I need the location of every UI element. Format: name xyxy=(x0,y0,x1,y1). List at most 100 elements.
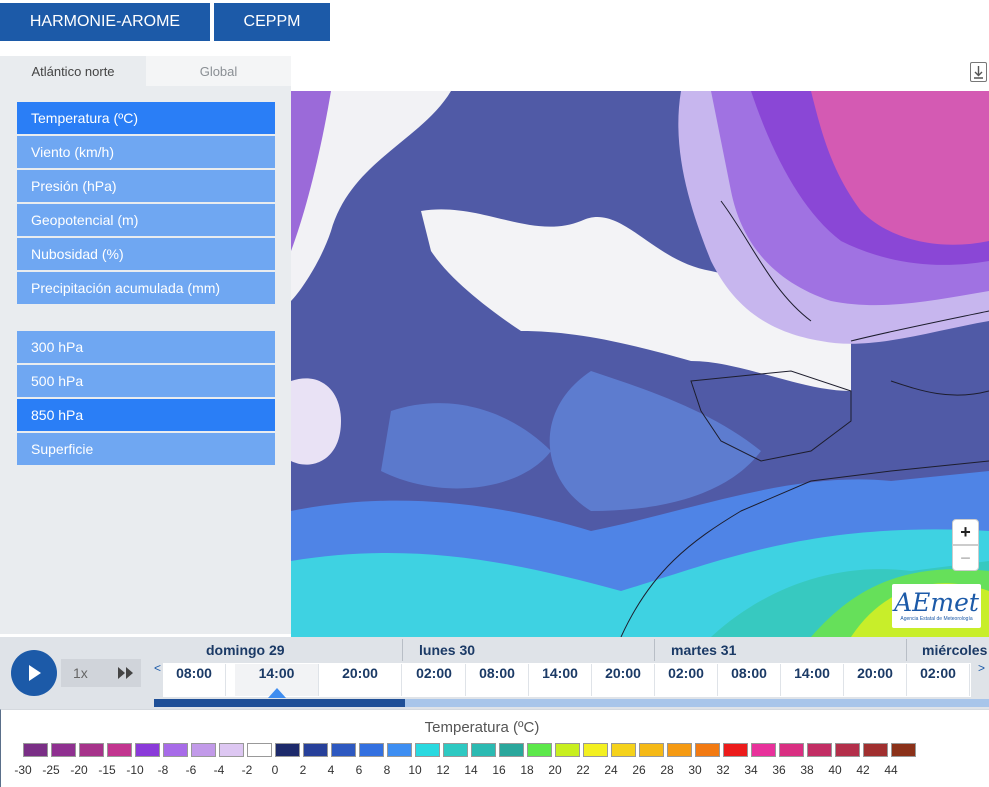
legend-label: -2 xyxy=(241,763,253,777)
level-item-300hpa[interactable]: 300 hPa xyxy=(17,331,275,363)
legend-swatch xyxy=(695,743,720,757)
legend-label: 20 xyxy=(548,763,562,777)
day-label: lunes 30 xyxy=(419,642,476,658)
left-panel: Atlántico norte Global Temperatura (ºC) … xyxy=(0,56,291,634)
legend-title: Temperatura (ºC) xyxy=(424,719,540,736)
timeline: 1x < domingo 29 lunes 30 martes 31 miérc… xyxy=(0,637,989,709)
legend-label: 28 xyxy=(660,763,674,777)
progress-bar[interactable] xyxy=(154,699,989,707)
hour-step[interactable]: 02:00 xyxy=(907,664,970,696)
model-tab-ceppm[interactable]: CEPPM xyxy=(214,3,330,41)
legend-swatch xyxy=(583,743,608,757)
legend-label: -6 xyxy=(185,763,197,777)
timeline-next-button[interactable]: > xyxy=(978,661,985,675)
legend-label: 6 xyxy=(355,763,363,777)
model-tab-harmonie[interactable]: HARMONIE-AROME xyxy=(0,3,210,41)
legend-swatch xyxy=(359,743,384,757)
forecast-map[interactable] xyxy=(291,91,989,637)
legend-swatch xyxy=(639,743,664,757)
legend-label: 40 xyxy=(828,763,842,777)
play-button[interactable] xyxy=(11,650,57,696)
legend-swatch xyxy=(135,743,160,757)
legend-label: -20 xyxy=(70,763,88,777)
day-label: martes 31 xyxy=(671,642,737,658)
legend-swatch xyxy=(219,743,244,757)
speed-button[interactable]: 1x xyxy=(61,659,141,687)
legend-label: 38 xyxy=(800,763,814,777)
speed-label: 1x xyxy=(73,665,88,681)
hour-step[interactable]: 14:00 xyxy=(781,664,844,696)
legend-label: 18 xyxy=(520,763,534,777)
legend-swatch xyxy=(863,743,888,757)
player-controls: 1x xyxy=(0,637,152,709)
color-legend: Temperatura (ºC) -30 -25 -20 -15 -10 -8 -6 -4 -2… xyxy=(0,709,989,787)
timeline-prev-button[interactable]: < xyxy=(154,661,161,675)
legend-swatch xyxy=(107,743,132,757)
legend-swatch xyxy=(499,743,524,757)
hour-step[interactable]: 08:00 xyxy=(466,664,529,696)
legend-swatch xyxy=(191,743,216,757)
hour-step[interactable]: 08:00 xyxy=(718,664,781,696)
variable-item-temperatura[interactable]: Temperatura (ºC) xyxy=(17,102,275,134)
app: HARMONIE-AROME CEPPM Atlántico norte Glo… xyxy=(0,0,989,787)
hour-step[interactable]: 20:00 xyxy=(592,664,655,696)
aemet-logo: AEmet Agencia Estatal de Meteorología xyxy=(892,584,981,628)
legend-swatch xyxy=(23,743,48,757)
legend-label: 22 xyxy=(576,763,590,777)
fast-forward-icon xyxy=(118,667,133,679)
variable-item-precipitacion[interactable]: Precipitación acumulada (mm) xyxy=(17,272,275,304)
legend-label: 34 xyxy=(744,763,758,777)
level-item-superficie[interactable]: Superficie xyxy=(17,433,275,465)
level-menu: 300 hPa 500 hPa 850 hPa Superficie xyxy=(17,331,275,467)
day-separator xyxy=(654,639,655,661)
legend-swatch xyxy=(163,743,188,757)
legend-label: 12 xyxy=(436,763,450,777)
zoom-out-button[interactable]: − xyxy=(952,545,979,571)
hour-step[interactable]: 20:00 xyxy=(844,664,907,696)
level-item-500hpa[interactable]: 500 hPa xyxy=(17,365,275,397)
variable-item-presion[interactable]: Presión (hPa) xyxy=(17,170,275,202)
region-tab-atlantico-norte[interactable]: Atlántico norte xyxy=(0,56,146,86)
legend-label: 44 xyxy=(884,763,898,777)
hour-step[interactable]: 20:00 xyxy=(319,664,402,696)
legend-swatch xyxy=(387,743,412,757)
level-item-850hpa[interactable]: 850 hPa xyxy=(17,399,275,431)
day-separator xyxy=(402,639,403,661)
legend-label: 32 xyxy=(716,763,730,777)
legend-swatch xyxy=(527,743,552,757)
region-tab-global[interactable]: Global xyxy=(146,56,291,86)
legend-swatch xyxy=(331,743,356,757)
legend-swatch xyxy=(667,743,692,757)
legend-label: 14 xyxy=(464,763,478,777)
variable-item-nubosidad[interactable]: Nubosidad (%) xyxy=(17,238,275,270)
legend-swatch xyxy=(611,743,636,757)
day-label: domingo 29 xyxy=(206,642,285,658)
hour-step[interactable]: 02:00 xyxy=(655,664,718,696)
legend-label: -25 xyxy=(42,763,60,777)
variable-item-geopotencial[interactable]: Geopotencial (m) xyxy=(17,204,275,236)
aemet-logo-subtext: Agencia Estatal de Meteorología xyxy=(900,616,973,622)
variable-item-viento[interactable]: Viento (km/h) xyxy=(17,136,275,168)
legend-label: 10 xyxy=(408,763,422,777)
legend-label: 8 xyxy=(383,763,391,777)
legend-swatch xyxy=(555,743,580,757)
legend-label: 30 xyxy=(688,763,702,777)
hour-step[interactable]: 08:00 xyxy=(163,664,226,696)
legend-label: 16 xyxy=(492,763,506,777)
legend-swatch xyxy=(807,743,832,757)
legend-label: 0 xyxy=(271,763,279,777)
legend-swatch xyxy=(303,743,328,757)
legend-label: 42 xyxy=(856,763,870,777)
legend-label: -4 xyxy=(213,763,225,777)
hour-step[interactable]: 02:00 xyxy=(403,664,466,696)
legend-swatch xyxy=(51,743,76,757)
legend-label: -10 xyxy=(126,763,144,777)
legend-label: 24 xyxy=(604,763,618,777)
day-label: miércoles xyxy=(922,642,988,658)
legend-swatch xyxy=(723,743,748,757)
download-icon[interactable] xyxy=(970,62,987,82)
legend-swatch xyxy=(79,743,104,757)
legend-label: 4 xyxy=(327,763,335,777)
zoom-in-button[interactable]: + xyxy=(952,519,979,545)
hour-step[interactable]: 14:00 xyxy=(529,664,592,696)
